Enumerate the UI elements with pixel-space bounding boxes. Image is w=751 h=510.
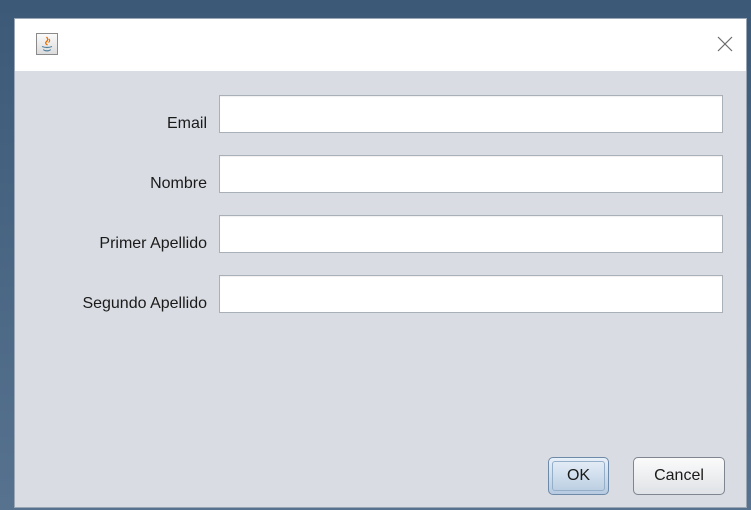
nombre-label: Nombre — [150, 175, 207, 192]
nombre-field[interactable] — [219, 155, 723, 193]
close-button[interactable] — [710, 29, 740, 59]
segundo-apellido-label: Segundo Apellido — [82, 295, 207, 312]
email-label: Email — [166, 115, 207, 132]
segundo-apellido-field[interactable] — [219, 275, 723, 313]
primer-apellido-field[interactable] — [219, 215, 723, 253]
dialog-window: Email Nombre Primer Apellido Segundo Ape… — [14, 18, 747, 508]
cancel-button[interactable]: Cancel — [633, 457, 725, 495]
primer-apellido-label: Primer Apellido — [99, 235, 207, 252]
java-coffee-cup-icon — [36, 33, 58, 55]
dialog-content: Email Nombre Primer Apellido Segundo Ape… — [15, 71, 746, 507]
ok-button[interactable]: OK — [548, 457, 609, 495]
close-icon — [717, 36, 733, 52]
title-bar[interactable] — [15, 19, 746, 71]
email-field[interactable] — [219, 95, 723, 133]
